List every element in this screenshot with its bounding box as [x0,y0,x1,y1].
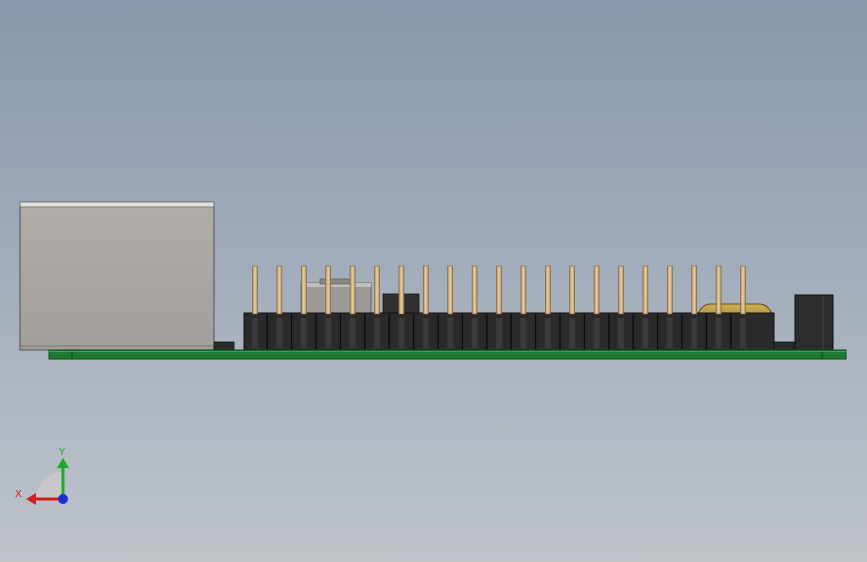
coordinate-triad: Y X [15,447,69,505]
header-pin [398,265,405,315]
header-pin [349,265,356,315]
header-pin-base [691,318,698,348]
axis-z-icon [58,494,68,504]
header-pin [300,265,307,315]
right-connector [794,294,834,353]
connector-housing [19,201,215,351]
axis-y-label: Y [58,447,66,458]
triad-plane-icon [35,472,62,500]
header-pin [642,265,649,315]
header-pin [471,265,478,315]
header-pin-base [398,318,405,348]
header-pin [740,265,746,315]
header-pin-base [325,318,332,348]
header-pin [447,265,454,315]
header-pin-base [740,318,746,348]
ic-package [300,278,372,314]
header-pin-base [618,318,624,348]
header-pin-base [422,318,429,348]
header-pin [374,265,380,315]
header-pin-base [715,318,722,348]
header-pin-base [471,318,478,348]
pin-header [243,312,775,353]
header-pin [593,265,600,315]
cad-viewport[interactable]: Y X [0,0,867,562]
header-pin [691,265,698,315]
header-pin [520,265,527,315]
header-pin [276,265,283,315]
header-pin-base [252,318,258,348]
header-pin [618,265,624,315]
header-pin-base [496,318,502,348]
header-pin-base [569,318,576,348]
header-pin-base [300,318,307,348]
header-pin [252,265,258,315]
header-pin-base [520,318,527,348]
pcb-board [48,349,847,360]
header-pin [666,265,673,315]
header-pin [325,265,332,315]
header-pin [422,265,429,315]
header-pin-base [544,318,551,348]
header-pin-base [642,318,649,348]
header-pin-base [276,318,283,348]
header-pin-base [447,318,454,348]
header-pin-base [374,318,380,348]
header-pin-base [349,318,356,348]
header-pins [252,265,746,315]
header-pin [496,265,502,315]
header-pin [715,265,722,315]
header-pin-base [593,318,600,348]
header-pin-base [666,318,673,348]
header-pin [544,265,551,315]
axis-x-label: X [15,489,22,500]
model-scene: Y X [15,201,847,505]
header-pin [569,265,576,315]
